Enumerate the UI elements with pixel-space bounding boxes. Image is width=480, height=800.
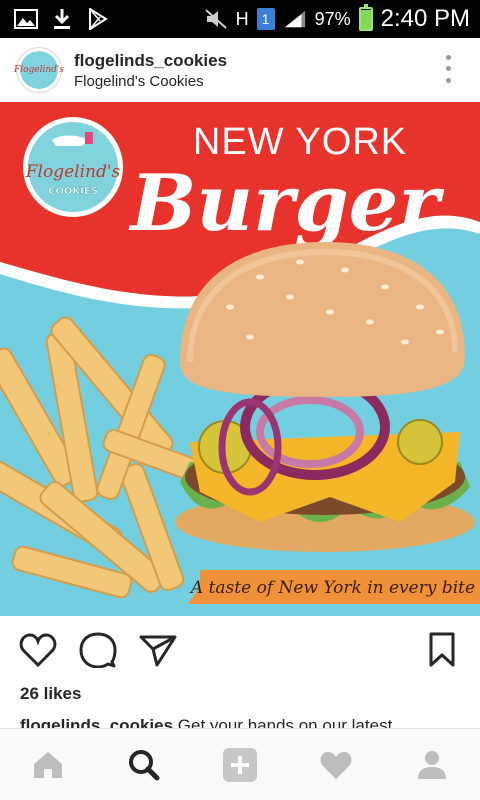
likes-count[interactable]: 26 likes: [20, 684, 81, 704]
post-display-name[interactable]: Flogelind's Cookies: [74, 73, 227, 90]
sim-indicator: 1: [256, 8, 275, 30]
status-bar: H 1 97% 2:40 PM: [0, 0, 480, 38]
home-icon[interactable]: [24, 741, 72, 789]
bottom-nav: [0, 728, 480, 800]
battery-icon: [358, 4, 373, 31]
logo-line2: COOKIES: [48, 186, 98, 197]
play-store-icon: [86, 7, 110, 31]
clock: 2:40 PM: [380, 5, 470, 32]
signal-icon: [283, 7, 307, 31]
share-icon[interactable]: [138, 630, 178, 670]
network-type: H: [235, 8, 249, 29]
avatar[interactable]: Flogelind's: [13, 47, 65, 93]
mute-icon: [204, 7, 228, 31]
avatar-logo-text: Flogelind's: [13, 65, 65, 75]
profile-icon[interactable]: [408, 741, 456, 789]
brand-logo: Flogelind's COOKIES: [23, 117, 123, 217]
comment-icon[interactable]: [78, 630, 118, 670]
more-options-icon[interactable]: [444, 52, 452, 86]
like-icon[interactable]: [18, 630, 58, 670]
gallery-icon: [14, 7, 38, 31]
headline-main: Burger: [129, 158, 445, 249]
post-actions: [0, 630, 480, 674]
post-header: Flogelind's flogelinds_cookies Flogelind…: [0, 38, 480, 102]
bookmark-icon[interactable]: [422, 630, 462, 670]
logo-line1: Flogelind's: [25, 162, 121, 182]
battery-percent: 97%: [314, 8, 351, 29]
add-icon[interactable]: [216, 741, 264, 789]
headline-top: NEW YORK: [193, 121, 407, 163]
heart-icon[interactable]: [312, 741, 360, 789]
post-username[interactable]: flogelinds_cookies: [74, 51, 227, 71]
tagline: A taste of New York in every bite: [189, 578, 475, 598]
post-image[interactable]: Flogelind's COOKIES NEW YORK Burger A ta…: [0, 102, 480, 616]
download-icon: [50, 7, 74, 31]
search-icon[interactable]: [120, 741, 168, 789]
